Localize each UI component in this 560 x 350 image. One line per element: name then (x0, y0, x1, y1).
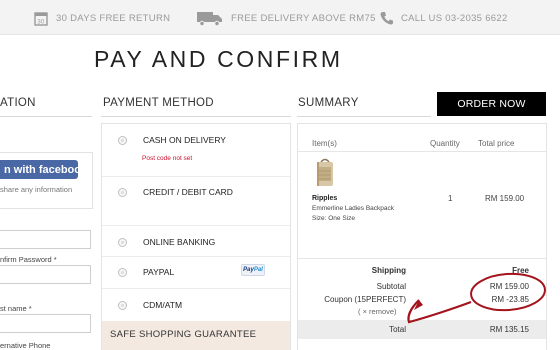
payment-option-card[interactable]: CREDIT / DEBIT CARD (118, 187, 233, 197)
perk-free-return: 30 30 DAYS FREE RETURN (34, 9, 170, 27)
shipping-label: Shipping (371, 266, 406, 275)
divider (298, 151, 546, 152)
top-perks-bar: 30 30 DAYS FREE RETURN FREE DELIVERY ABO… (0, 0, 560, 35)
last-name-field[interactable] (0, 314, 91, 333)
radio-button[interactable] (118, 135, 127, 145)
divider (102, 256, 290, 257)
page-title: PAY AND CONFIRM (94, 46, 343, 72)
divider (102, 176, 290, 177)
paypal-logo-icon: Pay Pal (241, 264, 265, 276)
safe-shopping-guarantee: SAFE SHOPPING GUARANTEE (102, 321, 290, 350)
total-label: Total (389, 325, 406, 334)
divider (102, 288, 290, 289)
postcode-error-text: Post code not set (142, 155, 193, 162)
payment-option-paypal[interactable]: PAYPAL (118, 267, 174, 277)
product-name: Ripples (312, 195, 338, 202)
payment-option-cdm-atm[interactable]: CDM/ATM (118, 300, 182, 310)
payment-option-label: CREDIT / DEBIT CARD (143, 187, 233, 197)
perk-label: 30 DAYS FREE RETURN (56, 12, 171, 24)
payment-method-heading: PAYMENT METHOD (103, 97, 214, 109)
product-quantity: 1 (448, 194, 453, 203)
subtotal-value: RM 159.00 (489, 282, 529, 291)
summary-heading: SUMMARY (298, 97, 359, 109)
perk-call-us: CALL US 03-2035 6622 (380, 9, 508, 27)
perk-free-delivery: FREE DELIVERY ABOVE RM75 (197, 9, 376, 27)
confirm-password-field[interactable] (0, 265, 91, 284)
phone-icon (380, 12, 393, 25)
order-now-button[interactable]: ORDER NOW (437, 92, 546, 116)
shipping-value: Free (512, 266, 529, 275)
payment-option-label: PAYPAL (143, 267, 175, 277)
last-name-label: st name * (0, 304, 32, 313)
facebook-note: share any information (0, 185, 73, 194)
calendar-icon: 30 (34, 11, 48, 26)
product-size: Size: One Size (312, 215, 355, 222)
subtotal-label: Subtotal (376, 282, 406, 291)
radio-button[interactable] (118, 300, 127, 310)
radio-button[interactable] (118, 187, 127, 197)
items-column-header: Item(s) (312, 139, 337, 148)
total-price-column-header: Total price (478, 139, 515, 148)
facebook-login-button[interactable]: n with facebook (0, 160, 78, 179)
perk-label: CALL US 03-2035 6622 (401, 12, 508, 24)
svg-text:30: 30 (37, 19, 45, 25)
confirm-password-label: nfirm Password * (0, 255, 57, 264)
product-price: RM 159.00 (485, 194, 525, 203)
quantity-column-header: Quantity (430, 139, 460, 148)
radio-button[interactable] (118, 237, 127, 247)
password-field[interactable] (0, 230, 91, 249)
product-description: Emmerline Ladies Backpack (312, 205, 395, 212)
divider (0, 116, 92, 117)
alternative-phone-label: ernative Phone (0, 341, 51, 350)
payment-option-online-banking[interactable]: ONLINE BANKING (118, 237, 215, 247)
information-heading: ATION (0, 97, 36, 109)
payment-option-label: ONLINE BANKING (143, 237, 216, 247)
radio-button[interactable] (118, 267, 127, 277)
truck-icon (197, 11, 222, 26)
perk-label: FREE DELIVERY ABOVE RM75 (231, 12, 376, 24)
payment-option-cod[interactable]: CASH ON DELIVERY (118, 135, 226, 145)
divider (298, 258, 546, 259)
divider (102, 225, 290, 226)
divider (101, 116, 291, 117)
divider (297, 116, 431, 117)
payment-option-label: CDM/ATM (143, 300, 183, 310)
coupon-value: RM -23.85 (491, 295, 529, 304)
total-value: RM 135.15 (489, 325, 529, 334)
payment-option-label: CASH ON DELIVERY (143, 135, 226, 145)
coupon-label: Coupon (15PERFECT) (324, 295, 406, 304)
remove-coupon-link[interactable]: ( × remove) (358, 307, 397, 316)
product-thumbnail (317, 158, 333, 186)
